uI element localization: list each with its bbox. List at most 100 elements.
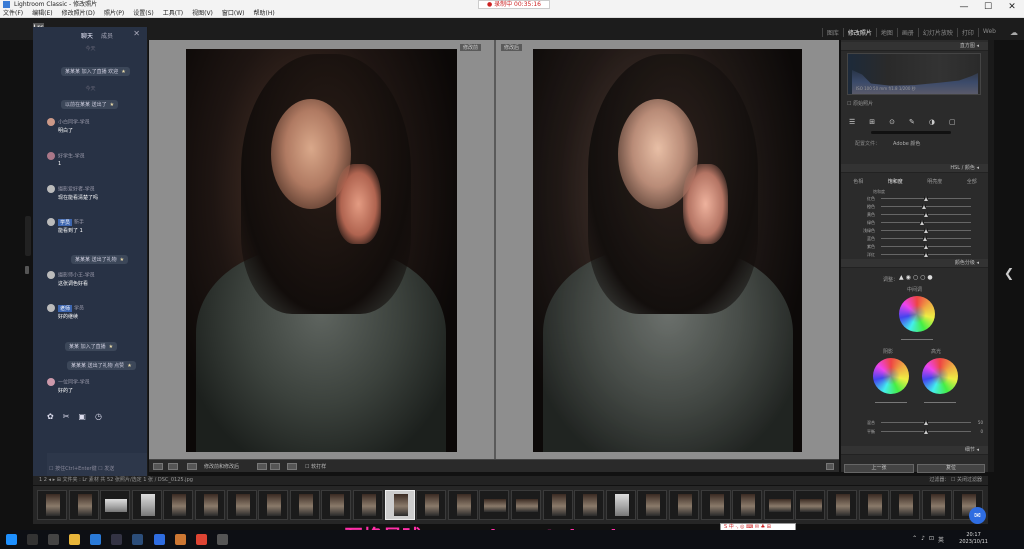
blending-slider[interactable]: 混合 50 <box>851 420 983 426</box>
app-icon[interactable] <box>175 534 186 545</box>
hsl-slider[interactable]: 红色 <box>851 196 983 202</box>
soft-proof-checkbox[interactable]: ☐ 软打样 <box>305 463 326 470</box>
heal-icon[interactable]: ⊙ <box>889 118 895 126</box>
task-view-icon[interactable] <box>48 534 59 545</box>
filmstrip-thumbnail[interactable] <box>100 490 131 520</box>
hsl-slider[interactable]: 橙色 <box>851 204 983 210</box>
chat-app-icon[interactable] <box>154 534 165 545</box>
module-library[interactable]: 图库 <box>821 28 839 37</box>
balance-slider[interactable]: 平衡 0 <box>851 429 983 435</box>
premiere-icon[interactable] <box>111 534 122 545</box>
original-photo-checkbox[interactable]: ☐ 原始照片 <box>847 100 873 107</box>
menu-develop[interactable]: 修改照片(D) <box>62 9 95 17</box>
panel-grip[interactable] <box>25 266 29 274</box>
filmstrip-thumbnail[interactable] <box>195 490 225 520</box>
module-develop[interactable]: 修改照片 <box>842 28 872 37</box>
chat-close-icon[interactable]: ✕ <box>133 29 140 38</box>
previous-button[interactable]: 上一张 <box>844 464 914 473</box>
filmstrip-thumbnail[interactable] <box>511 490 541 520</box>
hsl-header[interactable]: HSL / 颜色 ◂ <box>841 164 989 173</box>
module-print[interactable]: 打印 <box>956 28 974 37</box>
slider-thumb[interactable] <box>924 252 928 257</box>
toolbar-menu-button[interactable] <box>826 463 834 470</box>
before-after-button[interactable] <box>168 463 178 470</box>
crop-icon[interactable]: ⊞ <box>869 118 875 126</box>
slider-thumb[interactable] <box>923 236 928 241</box>
swap-settings-button[interactable] <box>287 463 297 470</box>
hsl-slider[interactable]: 浅绿色 <box>851 228 983 234</box>
filmstrip-source[interactable]: 1 2 ◂ ▸ ⊞ 文件夹 : Lr 素材 共 52 张照片/选定 1 张 / … <box>39 477 193 483</box>
histogram-header[interactable]: 直方图 ◂ <box>841 42 989 51</box>
language-icon[interactable]: 英 <box>938 535 944 544</box>
midtones-wheel[interactable] <box>899 296 935 332</box>
filmstrip-thumbnail[interactable] <box>226 490 257 520</box>
panel-scrollbar[interactable] <box>988 40 994 472</box>
loupe-view-button[interactable] <box>153 463 163 470</box>
slider-thumb[interactable] <box>922 204 927 209</box>
filmstrip-thumbnail[interactable] <box>37 490 67 520</box>
swap-right-button[interactable] <box>270 463 280 470</box>
midtones-lum-slider[interactable] <box>901 339 933 340</box>
filmstrip-thumbnail[interactable] <box>131 490 162 520</box>
menu-photo[interactable]: 照片(P) <box>104 9 124 17</box>
highlights-wheel[interactable] <box>922 358 958 394</box>
module-map[interactable]: 地图 <box>875 28 893 37</box>
start-icon[interactable] <box>6 534 17 545</box>
menu-settings[interactable]: 设置(S) <box>133 9 154 17</box>
filmstrip-thumbnail[interactable] <box>637 490 668 520</box>
hsl-slider[interactable]: 蓝色 <box>851 236 983 242</box>
color-grading-header[interactable]: 颜色分级 ◂ <box>841 259 989 268</box>
history-icon[interactable]: ◷ <box>95 412 102 421</box>
filmstrip-thumbnail[interactable] <box>479 490 510 520</box>
menu-view[interactable]: 视图(V) <box>192 9 213 17</box>
chat-bubble-icon[interactable]: ✉ <box>969 507 986 524</box>
hsl-slider[interactable]: 紫色 <box>851 244 983 250</box>
midtones-icon[interactable]: ○ <box>920 274 925 281</box>
system-clock[interactable]: 20:17 2023/10/11 <box>959 532 988 546</box>
lightroom-icon[interactable] <box>132 534 143 545</box>
slider-thumb[interactable] <box>919 220 924 225</box>
detail-header[interactable]: 细节 ◂ <box>841 446 989 455</box>
cloud-icon[interactable]: ☁ <box>1010 28 1018 37</box>
mask-icon[interactable]: ◑ <box>929 118 935 126</box>
filmstrip-thumbnail[interactable] <box>732 490 763 520</box>
image-icon[interactable]: ▣ <box>78 412 86 421</box>
filmstrip-thumbnail[interactable] <box>795 490 826 520</box>
slider-thumb[interactable] <box>924 228 928 233</box>
menu-window[interactable]: 窗口(W) <box>222 9 245 17</box>
menu-tools[interactable]: 工具(T) <box>163 9 183 17</box>
app-icon[interactable] <box>217 534 228 545</box>
brush-icon[interactable]: ✎ <box>909 118 915 126</box>
filmstrip-thumbnail[interactable] <box>416 490 447 520</box>
shadows-lum-slider[interactable] <box>875 402 907 403</box>
redeye-icon[interactable]: ▢ <box>949 118 956 126</box>
filmstrip-thumbnail[interactable] <box>574 490 605 520</box>
filmstrip-thumbnail[interactable] <box>258 490 289 520</box>
swap-left-button[interactable] <box>257 463 267 470</box>
search-icon[interactable] <box>27 534 38 545</box>
tab-all[interactable]: 全部 <box>967 178 977 185</box>
tab-chat[interactable]: 聊天 <box>81 31 93 40</box>
shadows-wheel[interactable] <box>873 358 909 394</box>
volume-icon[interactable]: ♪ <box>921 535 925 544</box>
reset-button[interactable]: 复位 <box>917 464 985 473</box>
module-book[interactable]: 画册 <box>896 28 914 37</box>
tray-expand-icon[interactable]: ⌃ <box>912 535 917 544</box>
slider-thumb[interactable] <box>924 212 928 217</box>
chat-footer[interactable]: ☐ 按住Ctrl+Enter键 ☐ 发送 <box>49 465 114 472</box>
edit-icon[interactable]: ☰ <box>849 118 855 126</box>
tab-saturation[interactable]: 饱和度 <box>888 178 903 185</box>
filmstrip-thumbnail[interactable] <box>447 490 478 520</box>
explorer-icon[interactable] <box>69 534 80 545</box>
slider-thumb[interactable] <box>924 244 928 249</box>
filmstrip-thumbnail[interactable] <box>890 490 921 520</box>
filmstrip-thumbnail[interactable] <box>858 490 889 520</box>
filmstrip-thumbnail[interactable] <box>921 490 952 520</box>
tab-hue[interactable]: 色相 <box>853 178 863 185</box>
highlights-lum-slider[interactable] <box>924 402 956 403</box>
filmstrip-thumbnail[interactable] <box>763 490 794 520</box>
panel-collapse-handle[interactable] <box>25 216 31 256</box>
chevron-left-icon[interactable]: ❮ <box>1004 266 1014 280</box>
slider-thumb[interactable] <box>924 196 928 201</box>
filter-control[interactable]: 过滤器： ☐ 关闭过滤器 <box>929 476 982 485</box>
